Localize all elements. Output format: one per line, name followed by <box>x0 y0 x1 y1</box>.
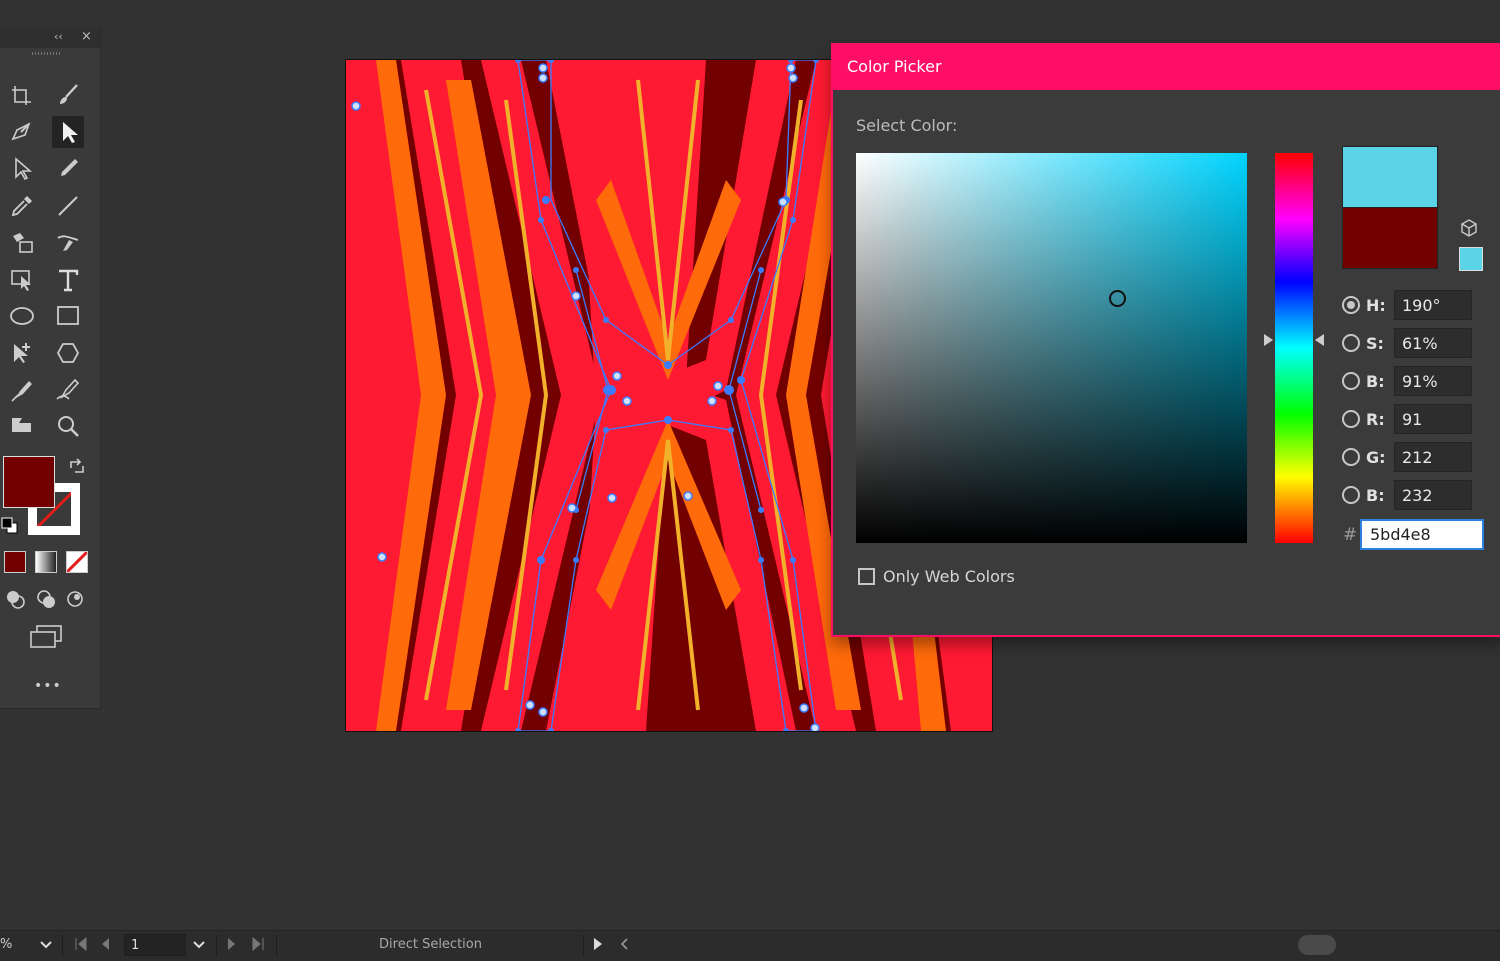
draw-behind-icon[interactable] <box>35 588 57 610</box>
r-field[interactable]: 91 <box>1394 404 1472 434</box>
zoom-tool-icon[interactable] <box>52 410 84 442</box>
hue-slider-left-arrow-icon[interactable] <box>1264 334 1273 346</box>
artboard-number-field[interactable]: 1 <box>124 934 186 956</box>
h-field[interactable]: 190° <box>1394 290 1472 320</box>
out-of-web-color-warning-icon[interactable] <box>1460 219 1478 237</box>
last-artboard-icon[interactable] <box>250 936 266 956</box>
polygon-tool-icon[interactable] <box>52 337 84 369</box>
artboard-dropdown-icon[interactable] <box>191 936 207 956</box>
fill-swatch[interactable] <box>3 456 55 508</box>
live-paint-tool-icon[interactable] <box>6 227 38 259</box>
free-transform-tool-icon[interactable] <box>6 264 38 296</box>
original-color-swatch[interactable] <box>1343 208 1437 268</box>
first-artboard-icon[interactable] <box>73 936 89 956</box>
g-radio[interactable] <box>1342 448 1360 466</box>
hsb-h-row: H: 190° <box>1342 289 1472 321</box>
next-artboard-icon[interactable] <box>226 936 238 956</box>
new-color-swatch <box>1343 147 1437 208</box>
scroll-left-icon[interactable] <box>618 936 630 956</box>
status-bar: % 1 Direct Selection <box>0 930 1500 961</box>
selection-tool-icon[interactable] <box>52 116 84 148</box>
current-tool-label[interactable]: Direct Selection <box>278 937 583 952</box>
direct-selection-tool-icon[interactable] <box>6 153 38 185</box>
paintbrush-tool-icon[interactable] <box>52 79 84 111</box>
curvature-tool-icon[interactable] <box>52 227 84 259</box>
close-panel-button[interactable]: × <box>81 29 92 44</box>
blue-field[interactable]: 232 <box>1394 480 1472 510</box>
s-radio[interactable] <box>1342 334 1360 352</box>
default-fill-stroke-icon[interactable] <box>0 516 22 538</box>
hue-slider-right-arrow-icon[interactable] <box>1315 334 1324 346</box>
zoom-dropdown-icon[interactable] <box>38 936 54 956</box>
divider <box>216 935 217 957</box>
select-color-label: Select Color: <box>856 116 958 135</box>
only-web-colors-label[interactable]: Only Web Colors <box>883 567 1015 586</box>
h-label: H: <box>1366 295 1386 315</box>
rgb-b-row: B: 232 <box>1342 479 1472 511</box>
eyedropper-tool-icon[interactable] <box>6 190 38 222</box>
draw-inside-icon[interactable] <box>64 588 86 610</box>
graph-tool-icon[interactable] <box>6 410 38 442</box>
panel-grip[interactable] <box>32 52 60 55</box>
s-label: S: <box>1366 333 1384 353</box>
none-mode-button[interactable] <box>66 551 88 573</box>
color-comparison <box>1342 146 1438 269</box>
r-radio[interactable] <box>1342 410 1360 428</box>
draw-normal-icon[interactable] <box>4 588 26 610</box>
color-field-cursor[interactable] <box>1109 290 1126 307</box>
status-menu-arrow-icon[interactable] <box>592 936 604 956</box>
color-mode-button[interactable] <box>4 551 26 573</box>
blue-radio[interactable] <box>1342 486 1360 504</box>
color-picker-dialog: Color Picker Select Color: H: 190° S: 61… <box>831 43 1500 637</box>
r-label: R: <box>1366 409 1385 429</box>
saturation-brightness-field[interactable] <box>856 153 1247 543</box>
h-radio[interactable] <box>1342 296 1360 314</box>
tools-panel: ‹‹ × ••• <box>0 28 101 709</box>
rgb-r-row: R: 91 <box>1342 403 1472 435</box>
pencil-tool-icon[interactable] <box>52 153 84 185</box>
previous-artboard-icon[interactable] <box>99 936 111 956</box>
g-label: G: <box>1366 447 1386 467</box>
anchor-point-tool-icon[interactable] <box>6 337 38 369</box>
line-tool-icon[interactable] <box>52 190 84 222</box>
hue-slider[interactable] <box>1275 153 1313 543</box>
hsb-s-row: S: 61% <box>1342 327 1472 359</box>
brightness-field[interactable]: 91% <box>1394 366 1472 396</box>
artboard-tool-icon[interactable] <box>6 79 38 111</box>
shaper-tool-icon[interactable] <box>6 116 38 148</box>
hsb-b-row: B: 91% <box>1342 365 1472 397</box>
horizontal-scrollbar-thumb[interactable] <box>1298 935 1336 955</box>
closest-web-color-swatch[interactable] <box>1459 247 1483 271</box>
divider <box>276 935 277 957</box>
hex-field[interactable]: 5bd4e8 <box>1360 519 1484 550</box>
brightness-label: B: <box>1366 371 1385 391</box>
ellipse-tool-icon[interactable] <box>6 300 38 332</box>
dialog-title: Color Picker <box>847 57 942 76</box>
hex-label: # <box>1343 525 1358 545</box>
screen-mode-icon[interactable] <box>28 624 64 650</box>
rectangle-tool-icon[interactable] <box>52 300 84 332</box>
type-tool-icon[interactable] <box>52 264 84 296</box>
pen-tool-icon[interactable] <box>6 374 38 406</box>
swap-fill-stroke-icon[interactable] <box>66 456 88 478</box>
edit-toolbar-button[interactable]: ••• <box>34 678 62 694</box>
zoom-field[interactable]: % <box>0 937 12 952</box>
g-field[interactable]: 212 <box>1394 442 1472 472</box>
collapse-panel-button[interactable]: ‹‹ <box>54 30 63 43</box>
blue-label: B: <box>1366 485 1385 505</box>
only-web-colors-checkbox[interactable] <box>858 568 875 585</box>
rgb-g-row: G: 212 <box>1342 441 1472 473</box>
brightness-radio[interactable] <box>1342 372 1360 390</box>
divider <box>583 935 584 957</box>
divider <box>62 935 63 957</box>
s-field[interactable]: 61% <box>1394 328 1472 358</box>
gradient-mode-button[interactable] <box>35 551 57 573</box>
width-tool-icon[interactable] <box>52 374 84 406</box>
